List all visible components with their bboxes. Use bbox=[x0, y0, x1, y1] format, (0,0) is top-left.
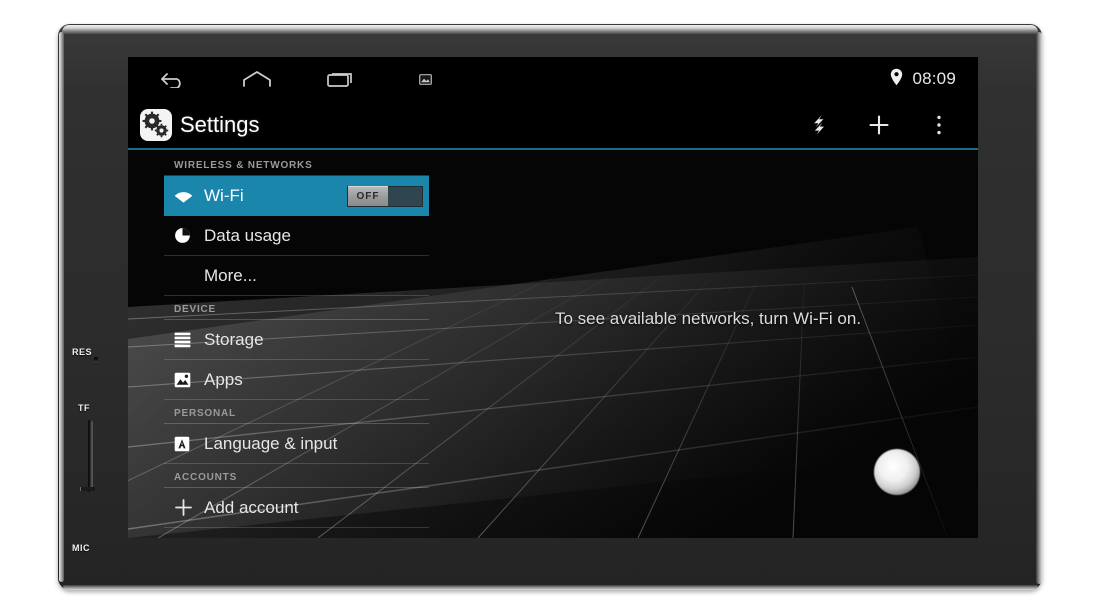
settings-row-add-account[interactable]: Add account bbox=[164, 488, 429, 528]
wifi-detail-pane: To see available networks, turn Wi-Fi on… bbox=[438, 152, 978, 538]
navigation-buttons bbox=[158, 66, 440, 92]
device-screen[interactable]: 08:09 Settings WIRELESS & NETWORKS Wi-Fi… bbox=[128, 57, 978, 538]
overflow-menu-icon[interactable] bbox=[926, 112, 952, 138]
section-header-accounts: ACCOUNTS bbox=[164, 464, 429, 488]
settings-row-apps[interactable]: Apps bbox=[164, 360, 429, 400]
screenshot-icon[interactable] bbox=[410, 66, 440, 92]
settings-gear-icon[interactable] bbox=[140, 108, 172, 141]
bezel-label-mic: MIC bbox=[72, 543, 90, 553]
settings-row-language-input[interactable]: Language & input bbox=[164, 424, 429, 464]
wifi-toggle-switch[interactable]: OFF bbox=[347, 185, 423, 207]
device-right-chrome-strip bbox=[1036, 32, 1042, 584]
status-clock: 08:09 bbox=[912, 69, 956, 88]
wifi-icon bbox=[174, 186, 196, 206]
status-bar-right: 08:09 bbox=[890, 68, 956, 91]
data-usage-icon bbox=[174, 226, 196, 246]
wifi-toggle-state-label: OFF bbox=[356, 191, 380, 202]
wifi-toggle-thumb: OFF bbox=[348, 186, 388, 206]
home-icon[interactable] bbox=[242, 66, 272, 92]
tf-card-slot[interactable] bbox=[88, 420, 93, 492]
device-top-chrome-strip bbox=[62, 25, 1038, 34]
settings-row-label-apps: Apps bbox=[204, 369, 243, 389]
back-icon[interactable] bbox=[158, 66, 188, 92]
storage-icon bbox=[174, 330, 196, 350]
settings-row-storage[interactable]: Storage bbox=[164, 320, 429, 360]
page-title: Settings bbox=[180, 111, 260, 137]
settings-row-wifi[interactable]: Wi-Fi OFF bbox=[164, 176, 429, 216]
recents-icon[interactable] bbox=[326, 66, 356, 92]
apps-icon bbox=[174, 370, 196, 390]
plus-icon bbox=[174, 498, 196, 518]
section-header-personal: PERSONAL bbox=[164, 400, 429, 424]
section-header-wireless: WIRELESS & NETWORKS bbox=[164, 152, 429, 176]
settings-row-label-wifi: Wi-Fi bbox=[204, 186, 244, 205]
settings-row-more[interactable]: More... bbox=[164, 256, 429, 296]
settings-row-label-storage: Storage bbox=[204, 329, 264, 349]
bezel-label-res: RES bbox=[72, 347, 93, 357]
settings-row-label-language-input: Language & input bbox=[204, 433, 338, 453]
plus-icon[interactable] bbox=[866, 112, 892, 138]
language-input-icon bbox=[174, 434, 196, 454]
car-head-unit-device: RES TF MIC 08:09 Settings WIRELESS & NET… bbox=[58, 24, 1042, 590]
bezel-label-tf: TF bbox=[78, 403, 90, 413]
no-icon-placeholder bbox=[174, 266, 196, 286]
device-bottom-chrome-strip bbox=[63, 585, 1038, 590]
reset-pinhole[interactable] bbox=[94, 357, 98, 361]
section-header-device: DEVICE bbox=[164, 296, 429, 320]
action-bar: Settings bbox=[128, 101, 978, 150]
empty-state-message: To see available networks, turn Wi-Fi on… bbox=[554, 309, 862, 328]
sync-icon[interactable] bbox=[806, 112, 832, 138]
device-left-chrome-strip bbox=[59, 32, 64, 582]
settings-row-data-usage[interactable]: Data usage bbox=[164, 216, 429, 256]
settings-list[interactable]: WIRELESS & NETWORKS Wi-Fi OFF Data usage… bbox=[164, 152, 429, 528]
settings-row-label-data-usage: Data usage bbox=[204, 225, 291, 245]
settings-row-label-add-account: Add account bbox=[204, 497, 299, 517]
tf-card-slot-foot bbox=[80, 487, 95, 491]
settings-row-label-more: More... bbox=[204, 265, 257, 285]
location-pin-icon bbox=[890, 68, 903, 91]
action-bar-actions bbox=[806, 112, 952, 138]
status-bar: 08:09 bbox=[128, 57, 978, 101]
